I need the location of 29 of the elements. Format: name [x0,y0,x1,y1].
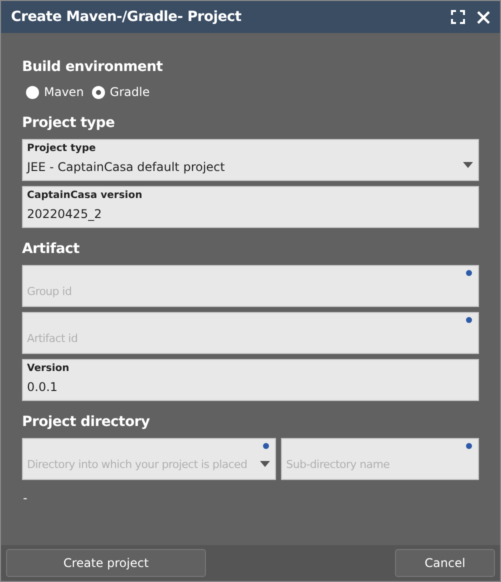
caret-icon [260,461,270,467]
dropdown-field[interactable]: Project type JEE - CaptainCasa default project [22,139,479,181]
radio-option[interactable]: Gradle [92,85,150,99]
field-label: CaptainCasa version [27,190,142,201]
maximize-button[interactable] [451,10,465,24]
field-value: JEE - CaptainCasa default project [27,160,225,174]
close-icon [477,10,490,24]
field-placeholder: Directory into which your project is placed [27,458,248,471]
field-placeholder: Group id [27,285,72,298]
radio-option[interactable]: Maven [26,85,84,99]
section-heading: Build environment [22,59,163,75]
input-field[interactable]: CaptainCasa version 20220425_2 [22,186,479,228]
field-placeholder: Sub-directory name [286,458,390,471]
field-placeholder: Artifact id [27,332,78,345]
section-heading: Project type [22,115,115,131]
section-heading: Artifact [22,241,80,257]
field-label: Project type [27,143,96,154]
input-field[interactable]: Version 0.0.1 [22,359,479,401]
create-button[interactable]: Create project [6,549,206,577]
field-value: 20220425_2 [27,207,102,221]
section-heading: Project directory [22,414,150,430]
field-value: 0.0.1 [27,380,58,394]
window-title: Create Maven-/Gradle- Project [11,9,242,25]
status-text: - [23,491,28,505]
close-button[interactable] [477,10,490,24]
cancel-button[interactable]: Cancel [395,549,495,577]
maximize-icon [451,10,465,24]
caret-icon [463,162,473,168]
field-label: Version [27,363,70,374]
